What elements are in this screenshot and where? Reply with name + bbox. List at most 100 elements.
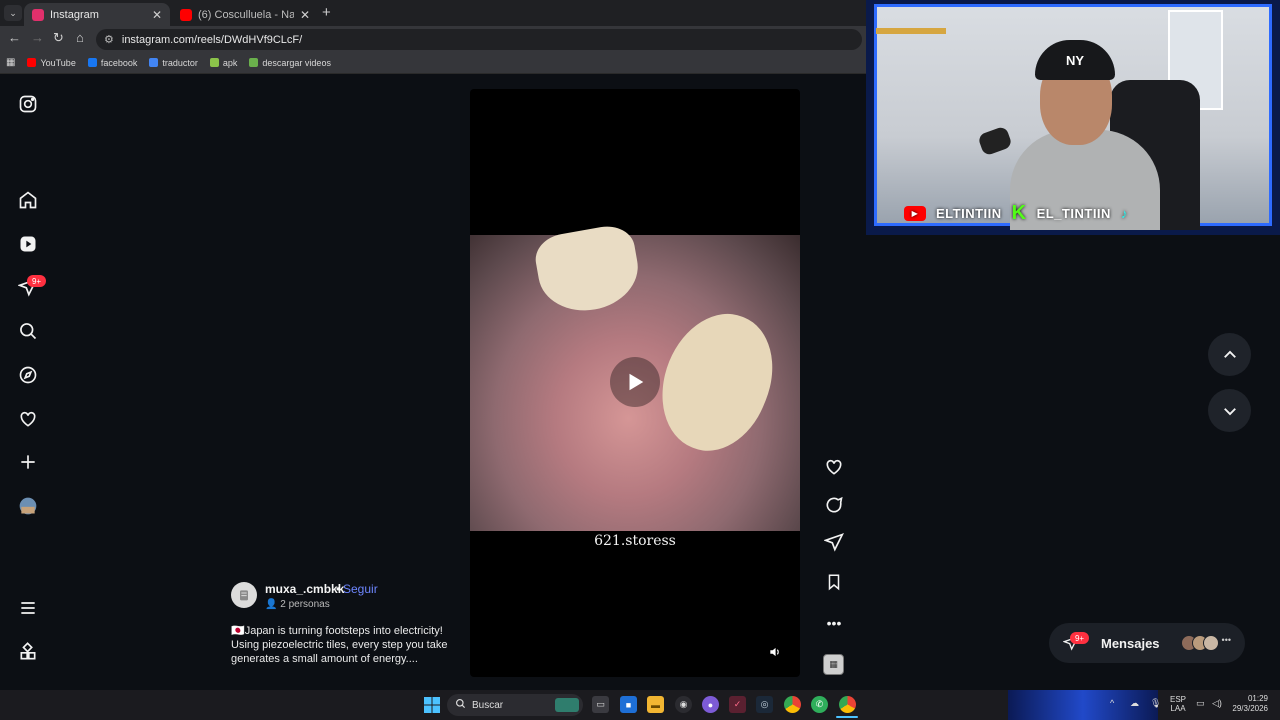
date: 29/3/2026: [1232, 704, 1268, 713]
apps-icon[interactable]: ▦: [6, 57, 15, 68]
site-info-icon[interactable]: ⚙: [104, 33, 114, 46]
explore-icon[interactable]: [17, 364, 39, 386]
bookmark-label: YouTube: [40, 57, 76, 68]
heart-icon[interactable]: [17, 408, 39, 430]
keyboard-layout: LAA: [1170, 704, 1186, 713]
chrome-active-icon[interactable]: [839, 696, 856, 713]
taskbar-search[interactable]: Buscar: [447, 694, 583, 716]
username-link[interactable]: muxa_.cmbkk: [265, 582, 344, 596]
tray-chevron-icon[interactable]: ^: [1110, 698, 1114, 708]
active-indicator: [836, 716, 858, 718]
video-watermark: 621.storess: [594, 533, 676, 549]
android-icon: [209, 58, 219, 67]
follow-button[interactable]: Seguir: [343, 582, 378, 596]
save-button[interactable]: [823, 571, 845, 593]
url-text: instagram.com/reels/DWdHVf9CLcF/: [121, 33, 303, 46]
next-reel-button[interactable]: [1208, 389, 1251, 432]
search-icon[interactable]: [17, 320, 39, 342]
profile-avatar[interactable]: [17, 495, 39, 517]
chat-app-icon[interactable]: ●: [702, 696, 719, 713]
volume-icon[interactable]: [768, 645, 782, 662]
search-icon: [455, 698, 466, 712]
messages-label: Mensajes: [1101, 635, 1160, 651]
home-icon[interactable]: [17, 189, 39, 211]
messages-badge: 9+: [1070, 632, 1089, 644]
tagged-people-label: 2 personas: [280, 599, 330, 610]
address-bar[interactable]: ⚙ instagram.com/reels/DWdHVf9CLcF/: [96, 29, 862, 50]
search-placeholder: Buscar: [472, 699, 504, 711]
youtube-favicon-icon: [180, 8, 192, 21]
store-icon[interactable]: ■: [620, 696, 637, 713]
clock[interactable]: 01:29 29/3/2026: [1228, 694, 1268, 714]
bookmark-label: facebook: [100, 57, 138, 68]
like-button[interactable]: [823, 456, 845, 478]
new-tab-button[interactable]: +: [322, 4, 331, 21]
create-icon[interactable]: [17, 451, 39, 473]
microphone-icon[interactable]: 🎙: [1150, 698, 1161, 709]
instagram-logo-icon[interactable]: [17, 93, 39, 115]
tab-search-button[interactable]: ⌄: [4, 5, 22, 21]
task-view-icon[interactable]: ▭: [592, 696, 609, 713]
bookmark-label: apk: [222, 57, 238, 68]
bookmark-traductor[interactable]: traductor: [149, 58, 198, 68]
obs-icon[interactable]: ◉: [675, 696, 692, 713]
previous-reel-button[interactable]: [1208, 333, 1251, 376]
separator: •: [336, 582, 341, 596]
avatar[interactable]: [231, 582, 257, 608]
bookmarks-bar: ▦ YouTube facebook traductor apk descarg…: [0, 52, 866, 74]
whatsapp-icon[interactable]: ✆: [811, 696, 828, 713]
tray-app-icon[interactable]: ☁: [1130, 698, 1139, 709]
facebook-icon: [87, 58, 97, 67]
reel-caption[interactable]: 🇯🇵Japan is turning footsteps into electr…: [231, 624, 456, 666]
bookmark-facebook[interactable]: facebook: [87, 57, 138, 68]
tab-youtube[interactable]: (6) Cosculluela - Na Na Nau (V ✕: [172, 3, 318, 26]
volume-icon[interactable]: ◁): [1212, 698, 1222, 709]
steam-icon[interactable]: ◎: [756, 696, 773, 713]
forward-icon[interactable]: →: [31, 30, 44, 45]
more-options-icon[interactable]: •••: [823, 612, 845, 634]
youtube-icon: [27, 58, 37, 67]
comment-button[interactable]: [823, 494, 845, 516]
network-icon[interactable]: ▭: [1196, 698, 1205, 709]
download-icon: [249, 58, 259, 67]
back-icon[interactable]: ←: [8, 30, 21, 45]
home-icon[interactable]: ⌂: [76, 30, 84, 45]
audio-thumbnail[interactable]: ▦: [823, 654, 844, 675]
close-tab-icon[interactable]: ✕: [300, 8, 310, 22]
kick-handle: EL_TINTIIN: [1036, 206, 1111, 221]
person-icon: 👤: [265, 599, 281, 610]
kick-icon: K: [1011, 202, 1027, 224]
notification-badge: 9+: [27, 275, 46, 287]
app-icon[interactable]: ✓: [729, 696, 746, 713]
close-tab-icon[interactable]: ✕: [152, 8, 162, 22]
bookmark-descargar-videos[interactable]: descargar videos: [249, 58, 331, 68]
tab-title: Instagram: [50, 8, 99, 21]
language-indicator[interactable]: ESP LAA: [1170, 695, 1186, 713]
reload-icon[interactable]: ↻: [53, 30, 64, 46]
tab-title: (6) Cosculluela - Na Na Nau (V: [198, 8, 294, 21]
bookmark-label: traductor: [162, 57, 198, 68]
play-icon[interactable]: [610, 357, 660, 407]
also-from-meta-icon[interactable]: [17, 641, 39, 663]
bookmark-youtube[interactable]: YouTube: [27, 57, 76, 68]
tagged-people[interactable]: 👤 2 personas: [265, 599, 330, 610]
chrome-icon[interactable]: [784, 696, 801, 713]
menu-icon[interactable]: [17, 597, 39, 619]
reels-icon[interactable]: [17, 233, 39, 255]
file-explorer-icon[interactable]: ▬: [647, 696, 664, 713]
wall-shelf: [876, 28, 946, 34]
bookmark-apk[interactable]: apk: [209, 57, 238, 68]
tiktok-icon: ♪: [1120, 206, 1128, 221]
time: 01:29: [1247, 694, 1268, 703]
streamer-handles: ▶ ELTINTIIN K EL_TINTIIN ♪: [904, 202, 1128, 225]
share-button[interactable]: [823, 531, 845, 553]
youtube-handle: ELTINTIIN: [936, 206, 1002, 221]
more-icon: •••: [1221, 635, 1231, 645]
windows-start-icon[interactable]: [424, 697, 440, 718]
avatar: [1202, 635, 1219, 651]
tab-instagram[interactable]: Instagram ✕: [24, 3, 170, 26]
search-highlight-icon: [555, 698, 579, 712]
youtube-icon: ▶: [904, 206, 926, 221]
language-code: ESP: [1170, 695, 1187, 704]
translate-icon: [149, 58, 159, 67]
